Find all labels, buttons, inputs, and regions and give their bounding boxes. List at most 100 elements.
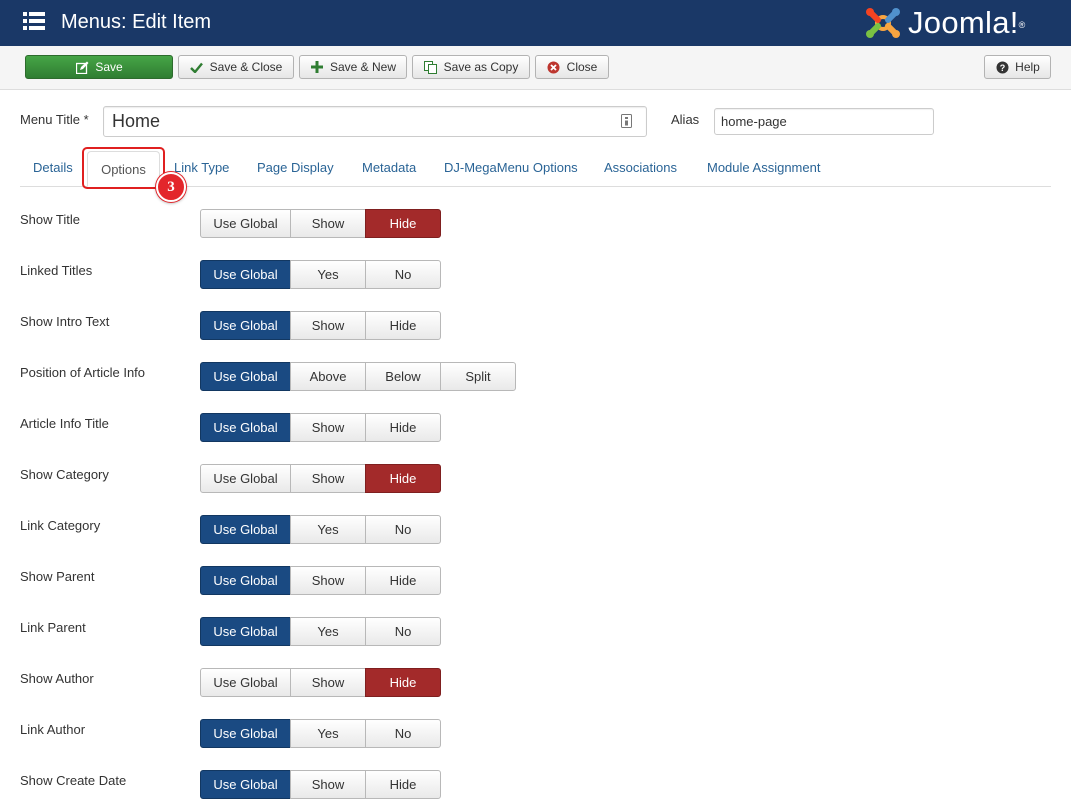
tab-link-type[interactable]: Link Type — [174, 160, 229, 175]
option-button-use-global[interactable]: Use Global — [200, 413, 291, 442]
option-toggle-group: Use Global Yes No — [200, 260, 441, 289]
check-icon — [190, 60, 204, 74]
save-new-label: Save & New — [329, 60, 397, 74]
option-label: Article Info Title — [20, 416, 109, 431]
joomla-logo: Joomla!® — [864, 4, 1026, 42]
option-button-no[interactable]: No — [365, 515, 441, 544]
tab-module-assignment[interactable]: Module Assignment — [707, 160, 820, 175]
save-button[interactable]: Save — [25, 55, 173, 79]
option-button-use-global[interactable]: Use Global — [200, 362, 291, 391]
option-toggle-group: Use Global Show Hide — [200, 413, 441, 442]
option-button-no[interactable]: No — [365, 617, 441, 646]
option-toggle-group: Use Global Show Hide — [200, 209, 441, 238]
option-button-use-global[interactable]: Use Global — [200, 464, 291, 493]
toolbar: Save Save & Close Save & New Save as Cop… — [0, 46, 1071, 90]
option-toggle-group: Use Global Yes No — [200, 617, 441, 646]
save-close-label: Save & Close — [209, 60, 283, 74]
option-button-hide[interactable]: Hide — [365, 209, 441, 238]
option-button-show[interactable]: Show — [290, 209, 366, 238]
close-button[interactable]: Close — [535, 55, 609, 79]
tab-metadata[interactable]: Metadata — [362, 160, 416, 175]
option-button-use-global[interactable]: Use Global — [200, 617, 291, 646]
page-title: Menus: Edit Item — [61, 11, 212, 33]
option-toggle-group: Use Global Show Hide — [200, 770, 441, 799]
option-label: Link Parent — [20, 620, 86, 635]
save-new-button[interactable]: Save & New — [299, 55, 407, 79]
option-label: Show Parent — [20, 569, 95, 584]
option-button-use-global[interactable]: Use Global — [200, 209, 291, 238]
option-label: Show Author — [20, 671, 94, 686]
option-button-yes[interactable]: Yes — [290, 260, 366, 289]
option-button-yes[interactable]: Yes — [290, 719, 366, 748]
menu-title-input[interactable] — [103, 106, 647, 137]
cancel-icon — [547, 60, 561, 74]
option-label: Linked Titles — [20, 263, 93, 278]
option-toggle-group: Use Global Show Hide — [200, 566, 441, 595]
option-button-show[interactable]: Show — [290, 413, 366, 442]
option-button-hide[interactable]: Hide — [365, 311, 441, 340]
option-button-above[interactable]: Above — [290, 362, 366, 391]
step-number-badge: 3 — [156, 172, 186, 202]
joomla-logo-icon — [866, 8, 900, 38]
tab-dj-megamenu-options[interactable]: DJ-MegaMenu Options — [444, 160, 578, 175]
option-button-yes[interactable]: Yes — [290, 515, 366, 544]
option-label: Link Author — [20, 722, 86, 737]
option-button-yes[interactable]: Yes — [290, 617, 366, 646]
save-close-button[interactable]: Save & Close — [178, 55, 294, 79]
svg-text:?: ? — [999, 63, 1005, 73]
help-button[interactable]: ? Help — [984, 55, 1051, 79]
option-toggle-group: Use Global Show Hide — [200, 668, 441, 697]
brand-name: Joomla!® — [908, 5, 1026, 40]
list-menu-icon[interactable] — [23, 11, 45, 31]
option-button-show[interactable]: Show — [290, 770, 366, 799]
save-copy-button[interactable]: Save as Copy — [412, 55, 530, 79]
tab-highlight-annotation — [82, 147, 165, 189]
option-button-hide[interactable]: Hide — [365, 413, 441, 442]
option-button-no[interactable]: No — [365, 260, 441, 289]
help-label: Help — [1015, 60, 1040, 74]
option-label: Position of Article Info — [20, 365, 146, 380]
option-button-hide[interactable]: Hide — [365, 464, 441, 493]
option-button-use-global[interactable]: Use Global — [200, 260, 291, 289]
option-label: Link Category — [20, 518, 101, 533]
option-button-hide[interactable]: Hide — [365, 770, 441, 799]
registered-mark: ® — [1018, 20, 1026, 30]
option-button-hide[interactable]: Hide — [365, 668, 441, 697]
tab-page-display[interactable]: Page Display — [257, 160, 334, 175]
option-button-use-global[interactable]: Use Global — [200, 719, 291, 748]
option-button-use-global[interactable]: Use Global — [200, 770, 291, 799]
option-button-show[interactable]: Show — [290, 566, 366, 595]
option-button-hide[interactable]: Hide — [365, 566, 441, 595]
menu-title-label: Menu Title * — [20, 112, 89, 127]
question-icon: ? — [995, 60, 1009, 74]
option-label: Show Create Date — [20, 773, 127, 788]
option-toggle-group: Use Global Above Below Split — [200, 362, 516, 391]
option-button-show[interactable]: Show — [290, 464, 366, 493]
option-button-use-global[interactable]: Use Global — [200, 668, 291, 697]
option-button-show[interactable]: Show — [290, 668, 366, 697]
option-button-show[interactable]: Show — [290, 311, 366, 340]
alias-label: Alias — [671, 112, 700, 127]
save-copy-label: Save as Copy — [443, 60, 519, 74]
option-button-below[interactable]: Below — [365, 362, 441, 391]
option-label: Show Title — [20, 212, 80, 227]
tab-details[interactable]: Details — [33, 160, 73, 175]
option-label: Show Category — [20, 467, 109, 482]
option-label: Show Intro Text — [20, 314, 110, 329]
edit-icon — [75, 60, 89, 74]
option-button-use-global[interactable]: Use Global — [200, 566, 291, 595]
option-toggle-group: Use Global Yes No — [200, 515, 441, 544]
save-label: Save — [95, 60, 123, 74]
copy-icon — [424, 60, 438, 74]
option-toggle-group: Use Global Yes No — [200, 719, 441, 748]
option-button-no[interactable]: No — [365, 719, 441, 748]
option-button-use-global[interactable]: Use Global — [200, 515, 291, 544]
alias-input[interactable] — [714, 108, 934, 135]
close-label: Close — [566, 60, 598, 74]
clipboard-icon[interactable] — [620, 113, 634, 129]
option-button-use-global[interactable]: Use Global — [200, 311, 291, 340]
option-toggle-group: Use Global Show Hide — [200, 464, 441, 493]
tab-associations[interactable]: Associations — [604, 160, 677, 175]
option-toggle-group: Use Global Show Hide — [200, 311, 441, 340]
option-button-split[interactable]: Split — [440, 362, 516, 391]
